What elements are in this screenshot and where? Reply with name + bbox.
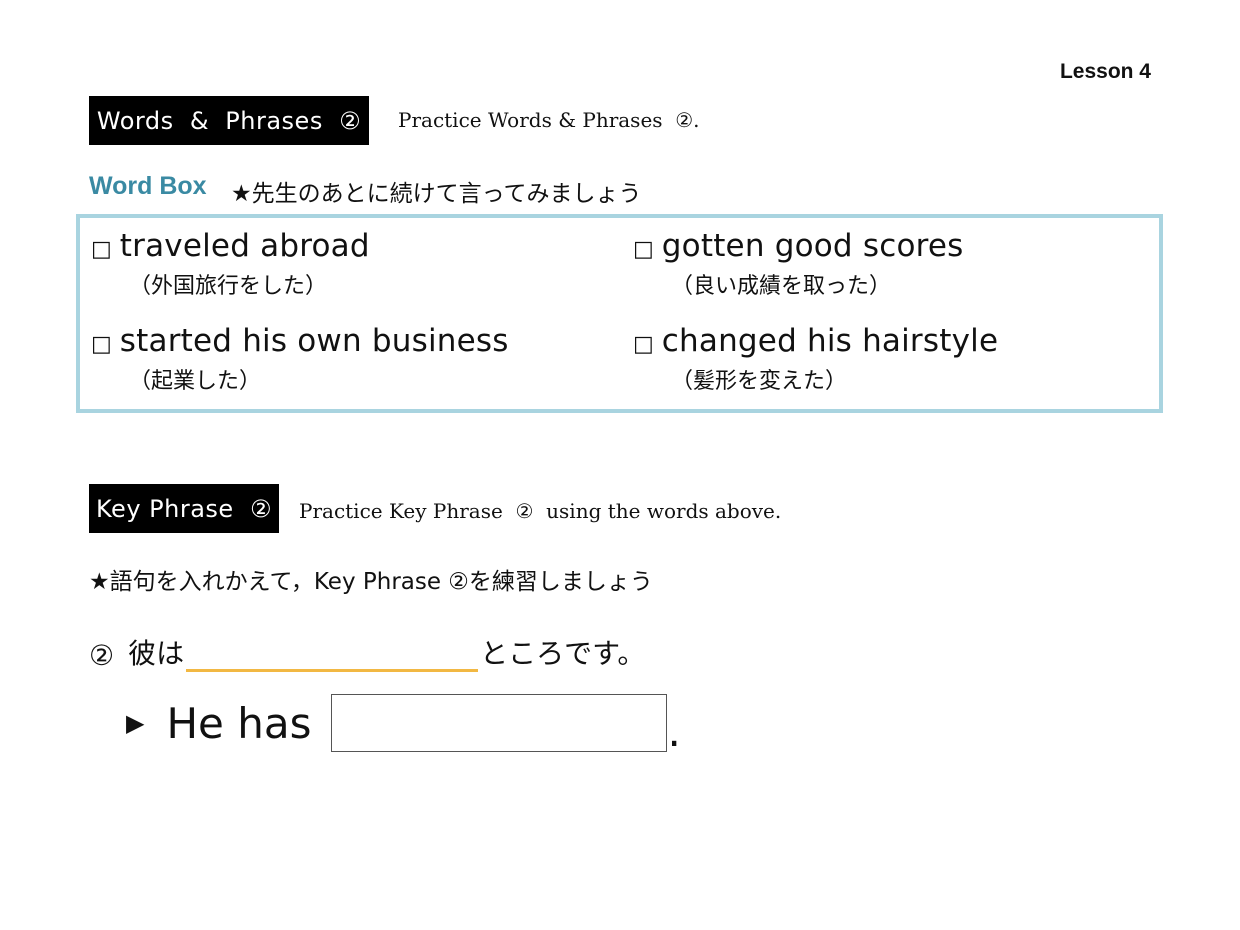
checkbox-icon[interactable]: □ xyxy=(91,332,112,357)
word-box-title: Word Box xyxy=(89,172,207,200)
key-phrase-instruction: ★語句を入れかえて，Key Phrase ②を練習しましょう xyxy=(89,569,653,595)
word-item: □ gotten good scores （良い成績を取った） xyxy=(633,228,964,300)
sentence-period: . xyxy=(667,707,681,756)
fill-in-blank-line xyxy=(186,629,479,672)
word-japanese: （外国旅行をした） xyxy=(129,274,328,299)
english-sentence: ▶ He has . xyxy=(126,694,681,756)
play-arrow-icon: ▶ xyxy=(126,709,145,737)
word-item: □ traveled abroad （外国旅行をした） xyxy=(91,228,370,300)
word-box: □ traveled abroad （外国旅行をした） □ gotten goo… xyxy=(76,214,1163,413)
answer-input-box[interactable] xyxy=(331,694,668,752)
checkbox-icon[interactable]: □ xyxy=(633,332,654,357)
words-phrases-label: Words & Phrases ② xyxy=(89,96,369,145)
word-item: □ changed his hairstyle （髪形を変えた） xyxy=(633,323,998,395)
word-japanese: （良い成績を取った） xyxy=(671,274,892,299)
lesson-number: Lesson 4 xyxy=(1059,60,1151,83)
word-japanese: （起業した） xyxy=(129,369,262,394)
key-phrase-note: Practice Key Phrase ② using the words ab… xyxy=(299,499,782,523)
word-english: gotten good scores xyxy=(661,228,964,264)
sentence-prefix-jp: 彼は xyxy=(128,637,185,670)
word-box-instruction: ★先生のあとに続けて言ってみましょう xyxy=(231,181,642,207)
checkbox-icon[interactable]: □ xyxy=(91,237,112,262)
sentence-prefix-en: He has xyxy=(166,698,312,748)
key-phrase-label: Key Phrase ② xyxy=(89,484,279,533)
sentence-number: ② xyxy=(89,639,115,672)
sentence-suffix-jp: ところです。 xyxy=(480,637,646,670)
words-phrases-note: Practice Words & Phrases ②. xyxy=(398,108,700,132)
japanese-sentence: ② 彼は ところです。 xyxy=(89,629,645,672)
word-english: traveled abroad xyxy=(119,228,370,264)
word-english: started his own business xyxy=(119,323,509,359)
word-japanese: （髪形を変えた） xyxy=(671,369,848,394)
word-english: changed his hairstyle xyxy=(661,323,999,359)
word-item: □ started his own business （起業した） xyxy=(91,323,509,395)
checkbox-icon[interactable]: □ xyxy=(633,237,654,262)
